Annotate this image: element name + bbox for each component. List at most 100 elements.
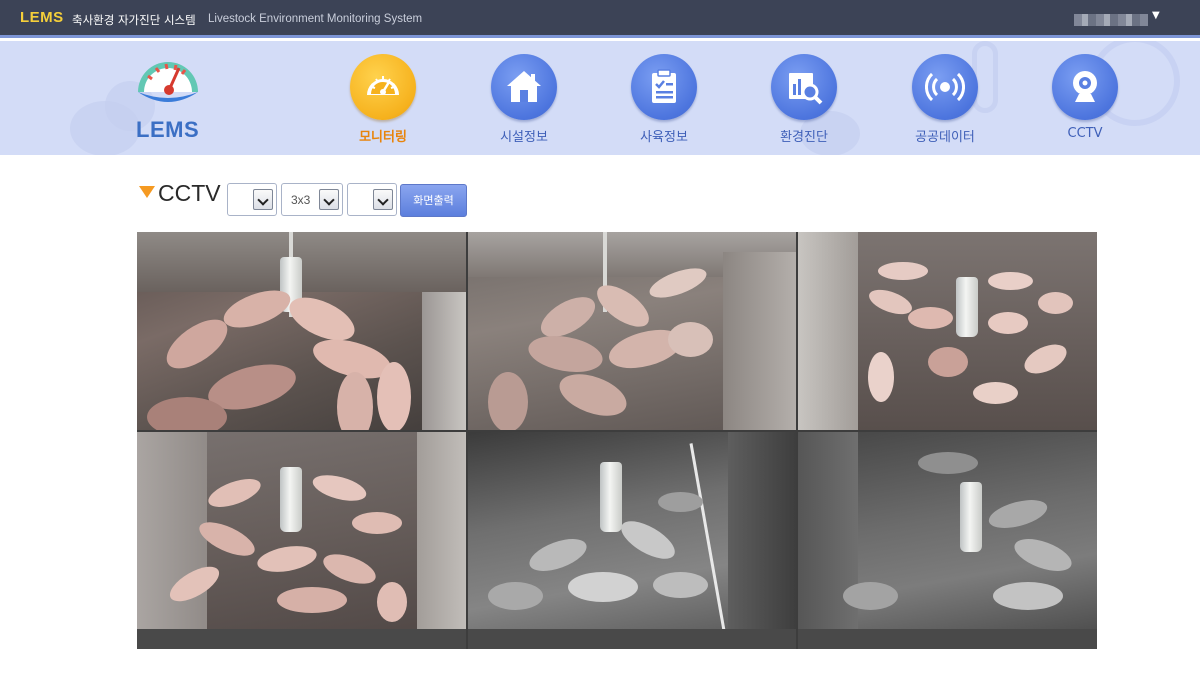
lems-logo[interactable]: LEMS [128,52,208,152]
pig [653,572,708,598]
pig [204,473,265,513]
pig [352,512,402,534]
pig [878,262,928,280]
pig [868,352,894,402]
webcam-icon [1073,71,1097,102]
pig [993,582,1063,610]
caret-down-icon: ▼ [1152,10,1160,21]
cctv-feed-bottom-row[interactable] [468,629,796,649]
chevron-down-icon[interactable] [253,189,273,210]
nav-label: CCTV [1067,126,1103,141]
nav-item-facility-info[interactable]: 시설정보 [474,54,574,154]
nav-icon-circle [631,54,697,120]
cctv-feed[interactable] [798,232,1097,430]
nav-label: 공공데이터 [915,130,975,145]
pig [973,382,1018,404]
brand-name: LEMS [20,9,64,26]
cctv-feed-bottom-row[interactable] [798,629,1097,649]
feeder [600,462,622,532]
pig [553,366,633,424]
feeder [956,277,978,337]
pig [147,397,227,430]
chart-search-icon [789,73,823,105]
select-value: 3x3 [291,193,311,207]
broadcast-icon [925,72,965,102]
clipboard-check-icon [652,69,676,103]
pen-wall [728,432,796,629]
pig [988,272,1033,290]
nav-item-cctv[interactable]: CCTV [1035,54,1135,154]
nav-icon-circle [771,54,837,120]
cctv-feed[interactable] [137,232,466,430]
pig [1038,292,1073,314]
nav-item-breeding-info[interactable]: 사육정보 [614,54,714,154]
pig [928,347,968,377]
pig [488,582,543,610]
cctv-feed[interactable] [798,432,1097,629]
nav-icon-circle [350,54,416,120]
pig [985,494,1051,534]
pig [590,277,656,335]
pig [255,541,319,577]
nav-label: 환경진단 [780,130,828,145]
pig [668,322,713,357]
pig [1020,338,1071,380]
pig [988,312,1028,334]
pig [525,532,591,578]
barn-select[interactable] [227,183,277,216]
pig [337,372,373,430]
pen-wall [723,252,796,430]
user-name-redacted [1074,14,1148,26]
print-screen-button[interactable]: 화면출력 [400,184,467,217]
nav-label: 모니터링 [359,130,407,145]
chevron-down-icon[interactable] [373,189,393,210]
house-icon [507,71,541,102]
nav-icon-circle [912,54,978,120]
cctv-feed-bottom-row[interactable] [137,629,466,649]
nav-icon-circle [1052,54,1118,120]
feeder [960,482,982,552]
nav-label: 사육정보 [640,130,688,145]
pen-wall [417,432,466,629]
pig [310,470,369,506]
pig [377,582,407,622]
user-menu[interactable]: ▼ [1072,10,1167,28]
chevron-down-icon[interactable] [319,189,339,210]
pig [277,587,347,613]
system-title-korean: 축사환경 자가진단 시스템 [72,13,196,27]
pig [615,513,681,567]
section-title: CCTV [158,180,221,206]
pig [865,284,916,320]
pen-wall [798,232,858,430]
nav-item-environment-diagnosis[interactable]: 환경진단 [754,54,854,154]
system-title-english: Livestock Environment Monitoring System [208,13,423,25]
nav-item-public-data[interactable]: 공공데이터 [895,54,995,154]
feeder [280,467,302,532]
pig [658,492,703,512]
layout-select[interactable]: 3x3 [281,183,343,216]
nav-item-monitoring[interactable]: 모니터링 [333,54,433,154]
nav-label: 시설정보 [500,130,548,145]
cctv-feed[interactable] [468,432,796,629]
pig [1010,532,1076,578]
pig [568,572,638,602]
logo-gauge-icon [138,62,198,102]
cctv-feed[interactable] [137,432,466,629]
pig [908,307,953,329]
pig [377,362,411,430]
logo-text: LEMS [136,117,200,142]
camera-select[interactable] [347,183,397,216]
pig [319,548,380,590]
nav-icon-circle [491,54,557,120]
top-bar: LEMS 축사환경 자가진단 시스템 Livestock Environment… [0,0,1200,38]
cctv-grid [137,232,1097,649]
pig [843,582,898,610]
gauge-icon [367,76,399,95]
pig [918,452,978,474]
pig [525,330,606,378]
pig [488,372,528,430]
water-pipe [689,443,726,629]
cctv-feed[interactable] [468,232,796,430]
section-marker-icon [139,186,155,198]
main-navigation: LEMS 모니터링 시설정보 사육정보 환경진단 공공데이터 CCTV [0,41,1200,155]
